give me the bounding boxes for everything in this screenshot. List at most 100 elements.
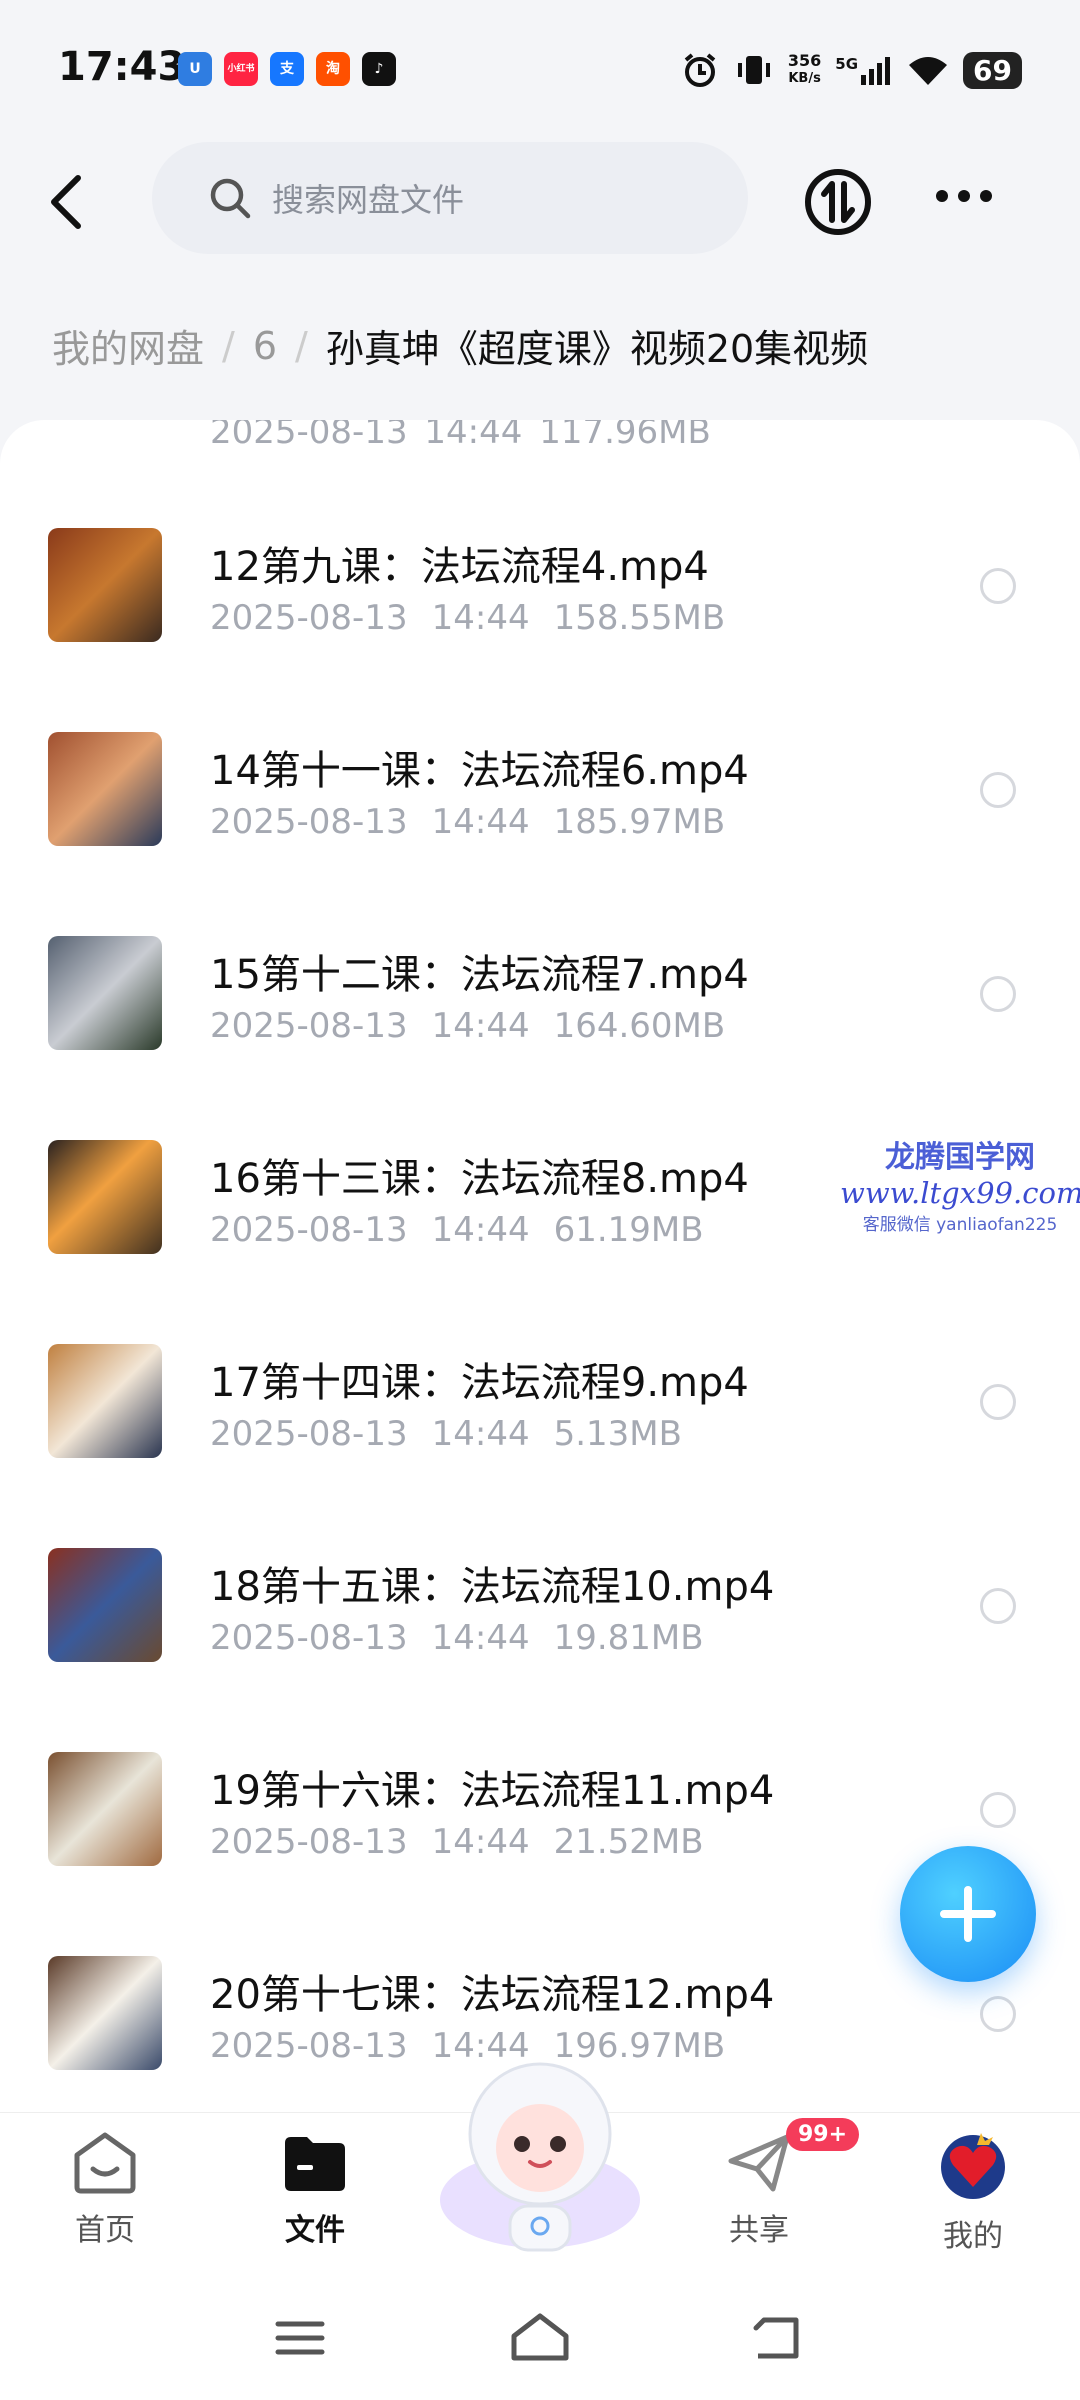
file-meta: 2025-08-13 14:44 164.60MB	[210, 1006, 725, 1046]
search-icon	[210, 178, 251, 219]
back-icon[interactable]	[752, 2314, 804, 2362]
u-app-icon: U	[178, 52, 212, 86]
heart-avatar-icon	[941, 2133, 1005, 2199]
paper-plane-icon	[728, 2134, 790, 2192]
file-meta: 2025-08-13 14:44 19.81MB	[210, 1618, 704, 1658]
file-size: 19.81MB	[553, 1618, 704, 1658]
video-thumbnail	[48, 1752, 162, 1866]
top-bar: 搜索网盘文件	[0, 130, 1080, 270]
share-badge: 99+	[786, 2118, 860, 2151]
breadcrumb-root[interactable]: 我的网盘	[52, 318, 204, 373]
net-speed-value: 356	[787, 51, 822, 70]
transfer-icon[interactable]	[802, 166, 874, 238]
file-name: 19第十六课：法坛流程11.mp4	[210, 1768, 775, 1814]
select-radio[interactable]	[980, 1588, 1016, 1624]
net-speed-unit: KB/s	[788, 71, 821, 86]
tab-home[interactable]: 首页	[30, 2129, 180, 2249]
file-date: 2025-08-13	[210, 598, 408, 638]
tab-mine-label: 我的	[943, 2219, 1003, 2254]
file-name: 18第十五课：法坛流程10.mp4	[210, 1564, 775, 1610]
file-date: 2025-08-13	[210, 1006, 408, 1046]
home-icon[interactable]	[508, 2312, 572, 2364]
select-radio[interactable]	[980, 1792, 1016, 1828]
status-right-icons: 356 KB/s 5G 69	[680, 48, 1022, 92]
breadcrumb-level[interactable]: 6	[253, 324, 277, 368]
file-time: 14:44	[431, 1618, 530, 1658]
file-name: 12第九课：法坛流程4.mp4	[210, 544, 709, 590]
file-time: 14:44	[431, 1006, 530, 1046]
add-button[interactable]	[900, 1846, 1036, 1982]
tiktok-icon: ♪	[362, 52, 396, 86]
breadcrumb: 我的网盘 / 6 / 孙真坤《超度课》视频20集视频	[52, 318, 868, 373]
file-date: 2025-08-13	[210, 1618, 408, 1658]
file-size: 185.97MB	[553, 802, 726, 842]
home-smile-icon	[74, 2132, 136, 2194]
select-radio[interactable]	[980, 1996, 1016, 2032]
wifi-icon	[909, 57, 948, 85]
file-date: 2025-08-13	[210, 1822, 408, 1862]
file-meta: 2025-08-13 14:44 158.55MB	[210, 598, 725, 638]
xiaohongshu-icon: 小红书	[224, 52, 258, 86]
watermark-title: 龙腾国学网	[885, 1140, 1035, 1175]
file-size: 21.52MB	[553, 1822, 704, 1862]
breadcrumb-separator: /	[222, 323, 235, 368]
file-time: 14:44	[431, 598, 530, 638]
search-bar[interactable]: 搜索网盘文件	[152, 142, 748, 254]
file-name: 14第十一课：法坛流程6.mp4	[210, 748, 749, 794]
vibrate-icon	[737, 56, 770, 84]
file-row[interactable]: 17第十四课：法坛流程9.mp4 2025-08-13 14:44 5.13MB	[0, 1300, 1080, 1504]
video-thumbnail	[48, 1548, 162, 1662]
select-radio[interactable]	[980, 1384, 1016, 1420]
alarm-icon	[684, 53, 716, 87]
select-radio[interactable]	[980, 976, 1016, 1012]
folder-icon	[285, 2137, 345, 2191]
file-name: 20第十七课：法坛流程12.mp4	[210, 1972, 775, 2018]
file-date: 2025-08-13	[210, 1210, 408, 1250]
file-row[interactable]: 14第十一课：法坛流程6.mp4 2025-08-13 14:44 185.97MB	[0, 688, 1080, 892]
signal-group: 5G	[835, 55, 893, 85]
status-time: 17:43	[58, 44, 186, 90]
watermark-url: www.ltgx99.com	[840, 1176, 1080, 1210]
battery-indicator: 69	[963, 51, 1022, 89]
file-size: 61.19MB	[553, 1210, 704, 1250]
tab-share-label: 共享	[729, 2213, 789, 2248]
file-row[interactable]: 18第十五课：法坛流程10.mp4 2025-08-13 14:44 19.81MB	[0, 1504, 1080, 1708]
video-thumbnail	[48, 732, 162, 846]
video-thumbnail	[48, 528, 162, 642]
video-thumbnail	[48, 1956, 162, 2070]
file-meta: 2025-08-13 14:44 5.13MB	[210, 1414, 682, 1454]
select-radio[interactable]	[980, 772, 1016, 808]
file-size: 5.13MB	[553, 1414, 682, 1454]
more-options-icon[interactable]	[934, 186, 994, 206]
file-row-partial[interactable]: 2025-08-13 14:44 117.96MB	[0, 420, 1080, 484]
file-name: 16第十三课：法坛流程8.mp4	[210, 1156, 749, 1202]
menu-icon[interactable]	[274, 2318, 326, 2358]
video-thumbnail	[48, 1140, 162, 1254]
system-nav-bar	[0, 2282, 1080, 2400]
network-type: 5G	[835, 55, 859, 73]
video-thumbnail	[48, 936, 162, 1050]
file-meta: 2025-08-13 14:44 61.19MB	[210, 1210, 704, 1250]
file-name: 17第十四课：法坛流程9.mp4	[210, 1360, 749, 1406]
file-size: 164.60MB	[553, 1006, 726, 1046]
file-row[interactable]: 12第九课：法坛流程4.mp4 2025-08-13 14:44 158.55MB	[0, 484, 1080, 688]
file-row[interactable]: 15第十二课：法坛流程7.mp4 2025-08-13 14:44 164.60MB	[0, 892, 1080, 1096]
file-time: 14:44	[431, 1822, 530, 1862]
signal-icon	[861, 57, 891, 85]
tab-home-label: 首页	[75, 2213, 135, 2248]
tab-files[interactable]: 文件	[240, 2129, 390, 2249]
breadcrumb-separator: /	[295, 323, 308, 368]
file-date: 2025-08-13	[210, 1414, 408, 1454]
search-placeholder: 搜索网盘文件	[272, 181, 465, 219]
tab-mine[interactable]: 我的	[898, 2129, 1048, 2255]
plus-icon	[940, 1886, 996, 1942]
ai-mascot-icon[interactable]	[430, 2050, 650, 2260]
file-date: 2025-08-13	[210, 2026, 408, 2066]
file-meta: 2025-08-13 14:44 185.97MB	[210, 802, 725, 842]
file-meta: 2025-08-13 14:44 117.96MB	[210, 420, 711, 452]
file-time: 14:44	[431, 802, 530, 842]
back-arrow-icon[interactable]	[46, 172, 86, 232]
taobao-icon: 淘	[316, 52, 350, 86]
select-radio[interactable]	[980, 568, 1016, 604]
video-thumbnail	[48, 1344, 162, 1458]
